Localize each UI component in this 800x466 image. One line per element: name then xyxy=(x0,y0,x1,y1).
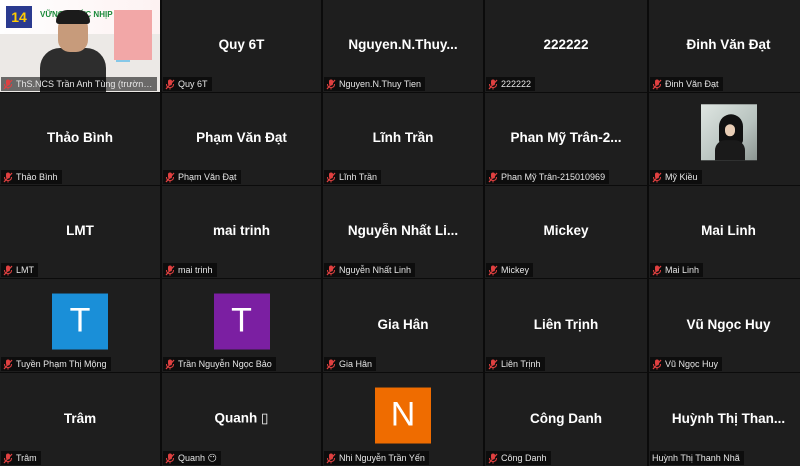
participant-display-name: Phạm Văn Đạt xyxy=(196,130,287,145)
video-gallery: 14 VỮNG BƯỚC NHỊP XA ThS.NCS Trần Anh Tù… xyxy=(0,0,800,466)
mic-muted-icon xyxy=(165,359,175,370)
participant-tile[interactable]: Mỹ Kiều xyxy=(649,93,800,185)
participant-tile[interactable]: Quanh ▯ Quanh 😶 xyxy=(162,373,321,466)
participant-label: Nhi Nguyễn Trần Yến xyxy=(324,451,429,465)
mic-muted-icon xyxy=(326,359,336,370)
participant-label: Mai Linh xyxy=(650,263,704,277)
mic-muted-icon xyxy=(3,79,13,90)
participant-tile[interactable]: Nguyễn Nhất Li... Nguyễn Nhất Linh xyxy=(323,186,483,278)
event-logo: 14 xyxy=(6,6,32,28)
participant-display-name: Đinh Văn Đạt xyxy=(686,37,771,52)
participant-label: Nguyễn Nhất Linh xyxy=(324,263,416,277)
participant-label: Trâm xyxy=(1,451,41,465)
participant-label: mai trinh xyxy=(163,263,217,277)
participant-label: Liên Trịnh xyxy=(486,357,545,371)
participant-label: Lĩnh Trần xyxy=(324,170,382,184)
mic-muted-icon xyxy=(326,79,336,90)
participant-display-name: Huỳnh Thị Than... xyxy=(671,410,786,426)
avatar-initial: T xyxy=(213,293,270,350)
participant-display-name: Thảo Bình xyxy=(47,130,113,145)
participant-display-name: Lĩnh Trần xyxy=(372,130,434,145)
participant-tile-speaker[interactable]: 14 VỮNG BƯỚC NHỊP XA ThS.NCS Trần Anh Tù… xyxy=(0,0,160,92)
participant-label: Phan Mỹ Trân-215010969 xyxy=(486,170,610,184)
participant-label: Quanh 😶 xyxy=(163,451,221,465)
participant-display-name: Quanh ▯ xyxy=(214,409,269,425)
participant-display-name: Quy 6T xyxy=(218,37,265,52)
mic-muted-icon xyxy=(652,172,662,183)
participant-label: Nguyen.N.Thuy Tien xyxy=(324,77,426,91)
participant-tile[interactable]: Trâm Trâm xyxy=(0,373,160,466)
mic-muted-icon xyxy=(488,265,498,276)
participant-tile[interactable]: Mickey Mickey xyxy=(485,186,647,278)
mic-muted-icon xyxy=(3,172,13,183)
participant-tile[interactable]: T Trần Nguyễn Ngọc Bảo xyxy=(162,279,321,372)
participant-label: Đinh Văn Đạt xyxy=(650,77,723,91)
participant-display-name: Nguyễn Nhất Li... xyxy=(347,223,459,238)
mic-muted-icon xyxy=(488,359,498,370)
participant-tile[interactable]: Vũ Ngọc Huy Vũ Ngọc Huy xyxy=(649,279,800,372)
participant-display-name: Nguyen.N.Thuy... xyxy=(348,37,458,52)
mic-muted-icon xyxy=(165,79,175,90)
participant-display-name: 222222 xyxy=(543,37,589,52)
participant-display-name: Công Danh xyxy=(530,410,602,426)
participant-tile[interactable]: Thảo Bình Thảo Bình xyxy=(0,93,160,185)
participant-label: Tuyền Phạm Thị Mộng xyxy=(1,357,111,371)
participant-display-name: mai trinh xyxy=(212,223,270,238)
participant-label: Vũ Ngọc Huy xyxy=(650,357,723,371)
participant-label: Mickey xyxy=(486,263,534,277)
participant-label: Quy 6T xyxy=(163,77,212,91)
participant-tile[interactable]: Huỳnh Thị Than... Huỳnh Thị Thanh Nhã xyxy=(649,373,800,466)
participant-display-name: Trâm xyxy=(63,410,97,426)
mic-muted-icon xyxy=(3,265,13,276)
participant-label: LMT xyxy=(1,263,38,277)
participant-label: Công Danh xyxy=(486,451,551,465)
participant-label: Phạm Văn Đạt xyxy=(163,170,241,184)
mic-muted-icon xyxy=(165,265,175,276)
mic-muted-icon xyxy=(3,359,13,370)
mic-muted-icon xyxy=(326,265,336,276)
mic-muted-icon xyxy=(488,79,498,90)
participant-tile[interactable]: Mai Linh Mai Linh xyxy=(649,186,800,278)
participant-tile[interactable]: LMT LMT xyxy=(0,186,160,278)
participant-tile[interactable]: Đinh Văn Đạt Đinh Văn Đạt xyxy=(649,0,800,92)
participant-display-name: Vũ Ngọc Huy xyxy=(686,316,771,332)
participant-tile[interactable]: 222222 222222 xyxy=(485,0,647,92)
participant-label: ThS.NCS Trần Anh Tùng (trường n... xyxy=(1,77,157,91)
mic-muted-icon xyxy=(652,265,662,276)
participant-tile[interactable]: Phạm Văn Đạt Phạm Văn Đạt xyxy=(162,93,321,185)
participant-tile[interactable]: mai trinh mai trinh xyxy=(162,186,321,278)
mic-muted-icon xyxy=(326,172,336,183)
participant-display-name: Liên Trịnh xyxy=(533,316,599,332)
participant-tile[interactable]: Phan Mỹ Trân-2... Phan Mỹ Trân-215010969 xyxy=(485,93,647,185)
participant-tile[interactable]: Công Danh Công Danh xyxy=(485,373,647,466)
participant-display-name: Phan Mỹ Trân-2... xyxy=(510,130,622,145)
participant-tile[interactable]: Lĩnh Trần Lĩnh Trần xyxy=(323,93,483,185)
mic-muted-icon xyxy=(652,359,662,370)
participant-tile[interactable]: Nguyen.N.Thuy... Nguyen.N.Thuy Tien xyxy=(323,0,483,92)
participant-tile[interactable]: Quy 6T Quy 6T xyxy=(162,0,321,92)
mic-muted-icon xyxy=(165,172,175,183)
participant-display-name: Gia Hân xyxy=(377,316,429,332)
mic-muted-icon xyxy=(652,79,662,90)
participant-display-name: Mickey xyxy=(543,223,589,238)
participant-label: Mỹ Kiều xyxy=(650,170,702,184)
participant-display-name: Mai Linh xyxy=(701,223,756,238)
participant-label: Trần Nguyễn Ngọc Bảo xyxy=(163,357,276,371)
participant-tile[interactable]: Gia Hân Gia Hân xyxy=(323,279,483,372)
participant-label: Gia Hân xyxy=(324,357,377,371)
avatar-initial: T xyxy=(52,293,108,350)
participant-label: 222222 xyxy=(486,77,536,91)
mic-muted-icon xyxy=(488,172,498,183)
participant-tile[interactable]: Liên Trịnh Liên Trịnh xyxy=(485,279,647,372)
participant-label: Huỳnh Thị Thanh Nhã xyxy=(650,451,744,465)
participant-tile[interactable]: N Nhi Nguyễn Trần Yến xyxy=(323,373,483,466)
participant-label: Thảo Bình xyxy=(1,170,62,184)
profile-photo xyxy=(700,104,757,161)
participant-tile[interactable]: T Tuyền Phạm Thị Mộng xyxy=(0,279,160,372)
participant-display-name: LMT xyxy=(66,223,94,238)
avatar-initial: N xyxy=(375,387,431,444)
